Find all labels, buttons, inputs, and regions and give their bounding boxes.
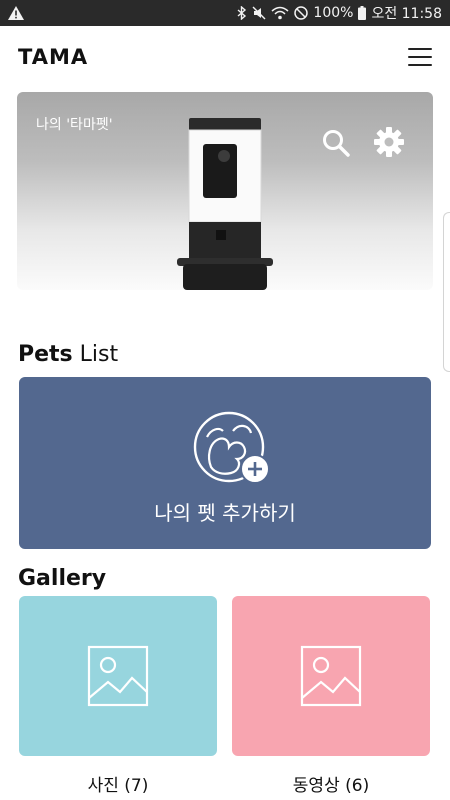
photos-card[interactable] — [19, 596, 217, 756]
edge-panel-handle[interactable] — [443, 212, 450, 372]
wifi-icon — [271, 6, 289, 20]
videos-label: 동영상 (6) — [292, 776, 370, 796]
clock: 오전 11:58 — [371, 6, 442, 22]
do-not-disturb-icon — [294, 6, 309, 20]
status-right: 100% 오전 11:58 — [237, 3, 442, 23]
videos-card[interactable] — [232, 596, 430, 756]
image-placeholder-icon — [87, 645, 149, 707]
gear-icon[interactable] — [373, 126, 405, 158]
image-placeholder-icon — [300, 645, 362, 707]
pets-list-heading-bold: Pets — [18, 342, 73, 367]
add-pet-button[interactable]: 나의 펫 추가하기 — [19, 377, 431, 549]
photos-label: 사진 (7) — [87, 776, 149, 796]
status-left — [8, 6, 24, 20]
status-bar: 100% 오전 11:58 — [0, 0, 450, 26]
add-pet-label: 나의 펫 추가하기 — [154, 501, 296, 525]
hamburger-menu-icon[interactable] — [408, 48, 432, 66]
app-bar: TAMA — [0, 26, 450, 88]
battery-icon — [358, 6, 367, 20]
bluetooth-icon — [237, 6, 247, 20]
device-hero-card[interactable]: 나의 '타마펫' — [17, 92, 433, 290]
add-pet-icon — [193, 411, 270, 484]
warning-icon — [8, 6, 24, 20]
mute-icon — [252, 6, 266, 20]
battery-percent: 100% — [313, 5, 354, 21]
my-tamapet-label: 나의 '타마펫' — [36, 117, 113, 133]
search-icon[interactable] — [321, 128, 351, 158]
pets-list-heading: Pets List — [18, 342, 118, 367]
pet-feeder-device-image — [177, 118, 273, 290]
tama-logo: TAMA — [18, 45, 89, 69]
pets-list-heading-rest: List — [72, 342, 119, 367]
gallery-heading: Gallery — [18, 566, 107, 591]
